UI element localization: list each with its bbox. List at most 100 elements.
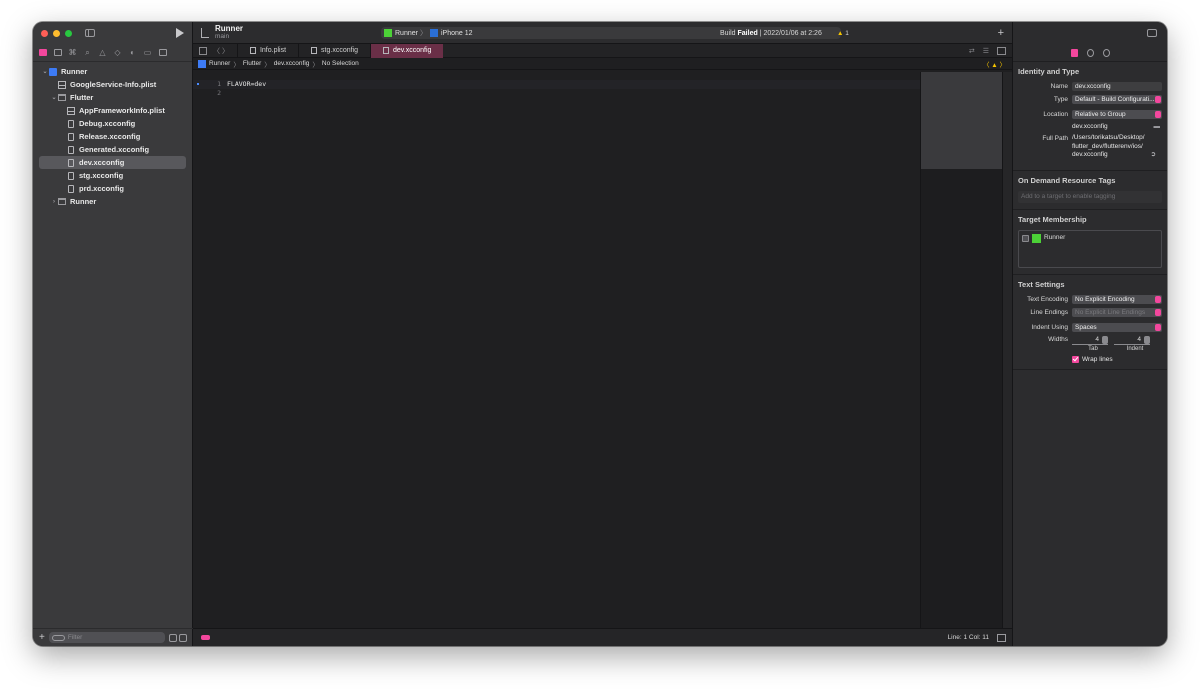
target-name: Runner [1044,233,1066,241]
history-arrows-icon[interactable]: 〈 〉 [213,46,229,56]
jump-bar-item[interactable]: No Selection [322,60,359,67]
line-endings-label: Line Endings [1030,308,1068,316]
project-icon [49,67,57,76]
name-field[interactable]: dev.xcconfig [1072,82,1162,91]
file-tree-item[interactable]: GoogleService-Info.plist [39,78,186,91]
location-popup[interactable]: Relative to Group [1072,110,1162,119]
file-tree-item-label: dev.xcconfig [79,158,125,167]
minimap[interactable] [920,72,1003,628]
file-tree-item[interactable]: Debug.xcconfig [39,117,186,130]
file-icon [383,47,389,54]
indent-width-stepper[interactable]: 4 [1114,335,1150,345]
jump-bar-item[interactable]: Runner [209,60,230,67]
find-navigator-tab-icon[interactable]: ⌕ [83,48,92,57]
file-tree-item[interactable]: AppFrameworkInfo.plist [39,104,186,117]
warning-badge[interactable]: ▲ 1 [837,30,849,37]
warning-count: 1 [845,30,849,37]
issue-navigator-tab-icon[interactable]: △ [98,48,107,57]
file-tree-item[interactable]: stg.xcconfig [39,169,186,182]
symbol-navigator-tab-icon[interactable]: ⌘ [68,48,77,57]
file-tree-item[interactable]: › Runner [39,195,186,208]
editor-tab[interactable]: stg.xcconfig [298,43,370,58]
source-control-filter-icon[interactable] [179,633,187,642]
file-tree-item[interactable]: ⌄ Runner [39,65,186,78]
vertical-scrollbar[interactable] [1002,72,1012,628]
scheme-selector[interactable]: Runner [395,30,418,37]
wrap-lines-row[interactable]: Wrap lines [1072,355,1162,363]
editor-options-icon[interactable]: ☰ [983,47,989,55]
tab-width-stepper[interactable]: 4 [1072,335,1108,345]
disclosure-triangle-icon[interactable]: ⌄ [41,68,49,75]
project-navigator-tab-icon[interactable] [38,48,47,57]
breakpoint-navigator-tab-icon[interactable]: ▭ [143,48,152,57]
target-membership-title: Target Membership [1018,214,1087,224]
editor-options: ⇄ ☰ [969,46,1012,55]
editor-tab[interactable]: dev.xcconfig [370,43,444,58]
add-file-button[interactable]: + [39,632,45,643]
line-number: 2 [217,89,221,97]
file-inspector-tab-icon[interactable] [1070,48,1078,57]
sidebar-toggle-icon[interactable] [85,29,95,37]
help-inspector-tab-icon[interactable] [1102,48,1110,57]
editor-tab-bar: 〈 〉 Info.plist stg.xcconfig dev.xcconfig ⇄… [193,43,1012,58]
add-library-button[interactable]: + [998,27,1004,39]
file-tree-item[interactable]: dev.xcconfig [39,156,186,169]
file-tree-item-label: Runner [61,67,88,76]
zoom-window-button[interactable] [65,29,72,37]
source-control-navigator-tab-icon[interactable] [53,48,62,57]
encoding-label: Text Encoding [1027,295,1068,303]
add-editor-icon[interactable] [997,46,1006,55]
document-icon [68,119,74,128]
jump-bar-item[interactable]: Flutter [243,60,261,67]
file-tree-item-label: AppFrameworkInfo.plist [79,106,165,115]
resource-tags-section: On Demand Resource Tags Add to a target … [1013,171,1167,210]
debug-navigator-tab-icon[interactable]: ◐ [128,48,137,57]
related-items-icon[interactable] [199,46,207,55]
file-tree-item-label: GoogleService-Info.plist [70,80,157,89]
inspector-pane: Identity and Type Name dev.xcconfig Type D… [1012,22,1167,646]
recent-files-filter-icon[interactable] [169,633,177,642]
indent-using-popup[interactable]: Spaces [1072,322,1162,332]
code-line[interactable]: 1 FLAVOR=dev [211,80,266,88]
file-tree-item[interactable]: Generated.xcconfig [39,143,186,156]
filter-input[interactable]: Filter [48,632,165,643]
debug-area-toggle-icon[interactable] [997,633,1006,642]
issue-navigation-icon[interactable]: 〈 ▲ 〉 [983,59,1006,69]
history-inspector-tab-icon[interactable] [1086,48,1094,57]
run-button[interactable] [176,28,184,38]
reveal-in-finder-icon[interactable]: ➲ [1151,151,1156,160]
minimize-window-button[interactable] [53,29,60,37]
line-endings-popup[interactable]: No Explicit Line Endings [1072,307,1162,317]
editor-tab[interactable]: Info.plist [236,43,298,58]
target-membership-section: Target Membership Runner [1013,210,1167,275]
text-encoding-popup[interactable]: No Explicit Encoding [1072,294,1162,304]
file-tree-item-label: Generated.xcconfig [79,145,150,154]
filter-options-icon[interactable] [51,634,65,641]
branch-name: main [215,32,230,40]
filter-pill-icon[interactable] [201,635,210,640]
project-icon [198,59,206,68]
report-navigator-tab-icon[interactable] [158,48,167,57]
choose-folder-icon[interactable]: ▬ [1154,123,1161,130]
build-status[interactable]: Build Failed | 2022/01/06 at 2:26 [720,30,822,37]
editor-tabs: Info.plist stg.xcconfig dev.xcconfig [236,43,444,58]
jump-bar-item[interactable]: dev.xcconfig [274,60,310,67]
disclosure-triangle-icon[interactable]: ⌄ [50,94,58,101]
project-title[interactable]: Runner main [215,24,243,41]
close-window-button[interactable] [41,29,48,37]
type-popup[interactable]: Default - Build Configurati... [1072,95,1162,104]
disclosure-triangle-icon[interactable]: › [50,199,58,205]
wrap-lines-checkbox[interactable] [1072,355,1079,363]
code-line[interactable]: 2 [211,89,227,97]
inspector-toggle-icon[interactable] [1147,29,1157,37]
test-navigator-tab-icon[interactable]: ◇ [113,48,122,57]
destination-selector[interactable]: iPhone 12 [441,30,473,37]
refresh-icon[interactable]: ⇄ [969,47,975,55]
minimap-viewport[interactable] [921,72,1003,169]
location-label: Location [1043,111,1068,118]
file-tree-item[interactable]: prd.xcconfig [39,182,186,195]
file-tree-item[interactable]: Release.xcconfig [39,130,186,143]
target-checkbox[interactable] [1022,234,1029,242]
source-editor[interactable]: 1 FLAVOR=dev 2 [193,72,1012,628]
file-tree-item[interactable]: ⌄ Flutter [39,91,186,104]
